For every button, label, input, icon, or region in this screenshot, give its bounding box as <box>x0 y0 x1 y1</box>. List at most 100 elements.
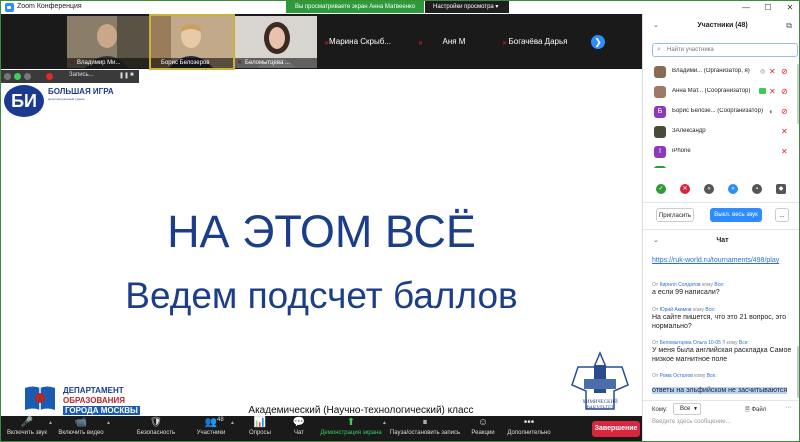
info-icon[interactable] <box>4 73 11 80</box>
shield-icon: 🛡 <box>149 417 163 428</box>
more-button[interactable]: ••• Дополнительно <box>505 416 553 441</box>
chat-compose: Кому: Все ▼ 🗎 Файл ··· Введите здесь соо… <box>643 400 799 441</box>
view-icon[interactable] <box>24 73 31 80</box>
avatar: I <box>654 146 666 158</box>
yes-icon[interactable]: ✓ <box>656 184 666 194</box>
participant-name: ЗАлександр <box>672 128 706 134</box>
chat-message: https://ruk-world.ru/tournaments/498/pla… <box>652 256 792 265</box>
side-panel: ⌄ Участники (48) ⧉ ⌕ Найти участника Вла… <box>642 14 799 441</box>
next-page-arrow-icon[interactable]: ❯ <box>591 35 605 49</box>
message-input[interactable]: Введите здесь сообщение... <box>652 419 731 425</box>
security-button[interactable]: 🛡 Безопасность <box>133 416 179 441</box>
video-tile[interactable]: ✕ Аня М <box>413 16 495 68</box>
popout-icon[interactable]: ⧉ <box>786 18 792 34</box>
video-tile[interactable]: ✕ Марина Скрыб... <box>319 16 401 68</box>
chat-title: Чат <box>716 237 729 244</box>
video-off-icon: ⊘ <box>781 107 788 116</box>
participant-name: Борис Белозе... (Соорганизатор) <box>672 108 763 114</box>
pause-stop-recording-button[interactable]: ⏸ Пауза/остановить запись <box>389 416 461 441</box>
dept-line-2: ОБРАЗОВАНИЯ <box>63 396 125 405</box>
minimize-button[interactable]: — <box>735 1 757 14</box>
tile-name: Марина Скрыб... <box>329 37 391 46</box>
invite-button[interactable]: Пригласить <box>656 208 694 222</box>
participants-button[interactable]: 👥 48 Участники ▲ <box>191 416 235 441</box>
chat-more-icon[interactable]: ··· <box>785 404 792 411</box>
chemistry-faculty-logo: ХИМИЧЕСКИЙ ФАКУЛЬТЕТ <box>571 351 629 411</box>
participant-row[interactable]: Б Борис Белозе... (Соорганизатор) ◐ ⊘ <box>643 102 799 122</box>
more-dots-icon: ••• <box>523 417 535 428</box>
chat-button[interactable]: 💬 Чат <box>287 416 311 441</box>
search-placeholder: Найти участника <box>667 47 714 53</box>
pause-recording-icon[interactable]: ❚❚ <box>119 72 129 79</box>
close-button[interactable]: ✕ <box>779 1 799 14</box>
video-off-icon: 📹 <box>74 417 88 428</box>
viewing-share-banner: Вы просматриваете экран Анна Матвеенко <box>286 1 424 13</box>
stop-recording-icon[interactable]: ■ <box>130 72 134 78</box>
slide-subtitle: Ведем подсчет баллов <box>125 275 518 316</box>
chat-messages: https://ruk-world.ru/tournaments/498/pla… <box>643 251 799 401</box>
go-faster-icon[interactable]: » <box>728 184 738 194</box>
no-icon[interactable]: ✕ <box>680 184 690 194</box>
mic-muted-icon: ✕ <box>781 147 788 156</box>
message-text: На сайте пишется, что это 21 вопрос, это… <box>652 314 787 330</box>
participants-title: Участники (48) <box>697 22 748 29</box>
chat-header: ⌄ Чат <box>643 233 799 249</box>
video-tile[interactable]: ✕ Богачёва Дарья <box>497 16 579 68</box>
start-video-button[interactable]: 📹 Включить видео ▲ <box>55 416 111 441</box>
chevron-down-icon[interactable]: ⌄ <box>653 233 659 249</box>
divider <box>643 202 799 203</box>
chat-message: От Кирилл Солдатов кому Все: а если 99 н… <box>652 282 792 297</box>
file-button[interactable]: 🗎 Файл <box>745 405 766 415</box>
chat-icon: 💬 <box>292 417 306 428</box>
participant-row[interactable]: I iPhone ✕ <box>643 142 799 162</box>
end-meeting-button[interactable]: Завершение <box>592 421 640 437</box>
participant-search-input[interactable]: ⌕ Найти участника <box>652 43 798 57</box>
mic-muted-icon: ✕ <box>769 87 776 96</box>
avatar <box>654 166 666 168</box>
slide-title: НА ЭТОМ ВСЁ <box>167 206 476 257</box>
participant-row[interactable]: ✕ <box>643 162 799 168</box>
big-game-logo-mark: БИ <box>4 85 44 117</box>
chevron-up-icon[interactable]: ▲ <box>48 420 53 426</box>
recipient-select[interactable]: Все ▼ <box>673 403 701 415</box>
more-reactions-icon[interactable]: ▪ <box>752 184 762 194</box>
meeting-toolbar: 🎤 Включить звук ▲ 📹 Включить видео ▲ 🛡 Б… <box>1 416 642 441</box>
unmute-button[interactable]: 🎤 Включить звук ▲ <box>5 416 53 441</box>
message-link[interactable]: https://ruk-world.ru/tournaments/498/pla… <box>652 256 792 265</box>
avatar: Б <box>654 106 666 118</box>
avatar <box>654 86 666 98</box>
divider <box>643 229 799 230</box>
reactions-button[interactable]: ☺ Реакции <box>467 416 499 441</box>
chat-message: От Рома Осталов кому Все: ответы на эльф… <box>652 373 792 397</box>
participant-row[interactable]: Владими... (Организатор, я) ◎ ✕ ⊘ <box>643 62 799 82</box>
participants-more-button[interactable]: ... <box>775 208 789 222</box>
video-tile[interactable]: ✕ Владимир Ми... <box>67 16 149 68</box>
recording-indicator: Запись... ❚❚ ■ <box>1 70 139 83</box>
maximize-button[interactable]: ☐ <box>757 1 779 14</box>
chevron-up-icon[interactable]: ▲ <box>230 420 235 426</box>
mute-all-button[interactable]: Выкл. весь звук <box>710 208 762 222</box>
polls-button[interactable]: 📊 Опросы <box>243 416 277 441</box>
share-screen-button[interactable]: ⬆ Демонстрация экрана ▲ <box>319 416 387 441</box>
tile-name: Богачёва Дарья <box>508 37 568 46</box>
participant-row[interactable]: ЗАлександр ✕ <box>643 122 799 142</box>
participant-row[interactable]: Анна Мат... (Соорганизатор) ✕ ⊘ <box>643 82 799 102</box>
message-text: а если 99 написали? <box>652 289 720 296</box>
go-slower-icon[interactable]: « <box>704 184 714 194</box>
message-text: ответы на эльфийском не засчитываются <box>652 387 788 394</box>
chevron-down-icon[interactable]: ⌄ <box>653 18 659 34</box>
participants-icon: 👥 <box>204 417 218 428</box>
mic-muted-icon: ✕ <box>781 127 788 136</box>
security-shield-icon[interactable] <box>14 73 21 80</box>
video-tile-active-speaker[interactable]: Борис Белозеров <box>149 14 235 70</box>
participants-header: ⌄ Участники (48) ⧉ <box>643 18 799 34</box>
video-tile[interactable]: ✕ Беломытцева ... <box>235 16 317 68</box>
chevron-up-icon[interactable]: ▲ <box>382 420 387 426</box>
clear-all-icon[interactable]: ◆ <box>776 184 786 194</box>
participants-list: Владими... (Организатор, я) ◎ ✕ ⊘ Анна М… <box>643 62 799 168</box>
chevron-up-icon[interactable]: ▲ <box>106 420 111 426</box>
title-bar: Zoom Конференция Вы просматриваете экран… <box>1 1 799 14</box>
view-options-button[interactable]: Настройки просмотра ▾ <box>425 1 509 13</box>
participants-count: 48 <box>217 417 224 423</box>
polls-icon: 📊 <box>253 417 267 428</box>
